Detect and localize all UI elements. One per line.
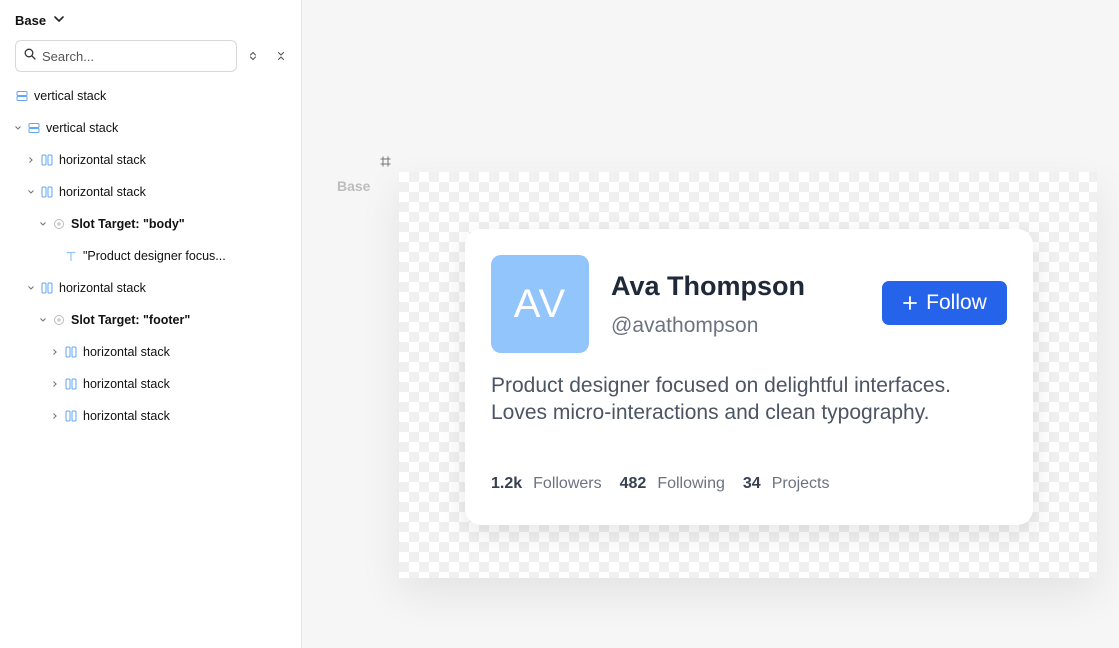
tree-item-text[interactable]: "Product designer focus...: [65, 240, 226, 272]
tree-item-vertical-stack[interactable]: vertical stack: [12, 112, 118, 144]
component-title: Base: [15, 13, 47, 28]
tree-item-label: horizontal stack: [59, 281, 146, 295]
plus-icon: [903, 296, 918, 310]
follow-button[interactable]: Follow: [882, 281, 1007, 325]
profile-bio: Product designer focused on delightful i…: [491, 374, 951, 424]
tree-item-slot-target-footer[interactable]: Slot Target: "footer": [37, 304, 190, 336]
follow-label: Follow: [926, 291, 987, 314]
profile-handle: @avathompson: [611, 314, 759, 337]
chevron-down-icon[interactable]: [25, 282, 37, 294]
tree-item-label: "Product designer focus...: [83, 249, 226, 263]
avatar: AV: [491, 255, 589, 353]
projects-label: Projects: [771, 475, 830, 492]
chevron-down-icon[interactable]: [12, 122, 24, 134]
chevron-down-icon[interactable]: [37, 314, 49, 326]
frame-icon[interactable]: [380, 154, 391, 167]
horizontal-stack-icon: [65, 410, 77, 422]
profile-stats: 1.2k Followers 482 Following 34 Projects: [491, 475, 848, 493]
tree-item-label: Slot Target: "footer": [71, 313, 191, 327]
search-icon: [24, 47, 36, 65]
chevron-down-icon[interactable]: [37, 218, 49, 230]
tree-item-horizontal-stack[interactable]: horizontal stack: [49, 368, 170, 400]
collapse-all-button[interactable]: [273, 48, 289, 64]
slot-target-icon: [53, 218, 65, 230]
tree-item-label: horizontal stack: [83, 377, 170, 391]
expand-all-button[interactable]: [245, 48, 261, 64]
projects-count: 34: [742, 475, 761, 492]
tree-item-label: horizontal stack: [59, 185, 146, 199]
chevron-right-icon[interactable]: [25, 154, 37, 166]
followers-count: 1.2k: [491, 475, 523, 492]
chevron-right-icon[interactable]: [49, 346, 61, 358]
text-icon: [65, 250, 77, 262]
tree-item-label: horizontal stack: [83, 409, 170, 423]
chevron-right-icon[interactable]: [49, 410, 61, 422]
layers-panel: Base vertical stack vertical stack horiz…: [0, 0, 302, 648]
profile-card[interactable]: AV Ava Thompson @avathompson Follow Prod…: [465, 229, 1033, 525]
tree-item-label: vertical stack: [46, 121, 119, 135]
frame-label[interactable]: Base: [337, 178, 370, 194]
search-input[interactable]: [42, 48, 222, 64]
chevron-down-icon[interactable]: [25, 186, 37, 198]
search-field[interactable]: [15, 40, 237, 72]
chevron-right-icon[interactable]: [49, 378, 61, 390]
collapse-icon: [277, 51, 285, 61]
tree-item-vertical-stack[interactable]: vertical stack: [16, 80, 106, 112]
following-count: 482: [619, 475, 647, 492]
tree-item-horizontal-stack[interactable]: horizontal stack: [25, 144, 146, 176]
tree-item-horizontal-stack[interactable]: horizontal stack: [49, 336, 170, 368]
tree-item-horizontal-stack[interactable]: horizontal stack: [25, 272, 146, 304]
tree-item-label: horizontal stack: [59, 153, 146, 167]
expand-icon: [249, 51, 257, 61]
profile-name: Ava Thompson: [611, 271, 806, 301]
tree-item-label: Slot Target: "body": [71, 217, 185, 231]
component-selector[interactable]: Base: [15, 12, 66, 29]
horizontal-stack-icon: [41, 282, 53, 294]
horizontal-stack-icon: [41, 186, 53, 198]
followers-label: Followers: [533, 475, 602, 492]
tree-item-label: horizontal stack: [83, 345, 170, 359]
following-label: Following: [657, 475, 725, 492]
chevron-down-icon: [52, 12, 66, 29]
horizontal-stack-icon: [41, 154, 53, 166]
horizontal-stack-icon: [65, 378, 77, 390]
tree-item-horizontal-stack[interactable]: horizontal stack: [25, 176, 146, 208]
tree-item-slot-target-body[interactable]: Slot Target: "body": [37, 208, 185, 240]
tree-item-horizontal-stack[interactable]: horizontal stack: [49, 400, 170, 432]
vertical-stack-icon: [16, 90, 28, 102]
slot-target-icon: [53, 314, 65, 326]
vertical-stack-icon: [28, 122, 40, 134]
horizontal-stack-icon: [65, 346, 77, 358]
tree-item-label: vertical stack: [34, 89, 107, 103]
